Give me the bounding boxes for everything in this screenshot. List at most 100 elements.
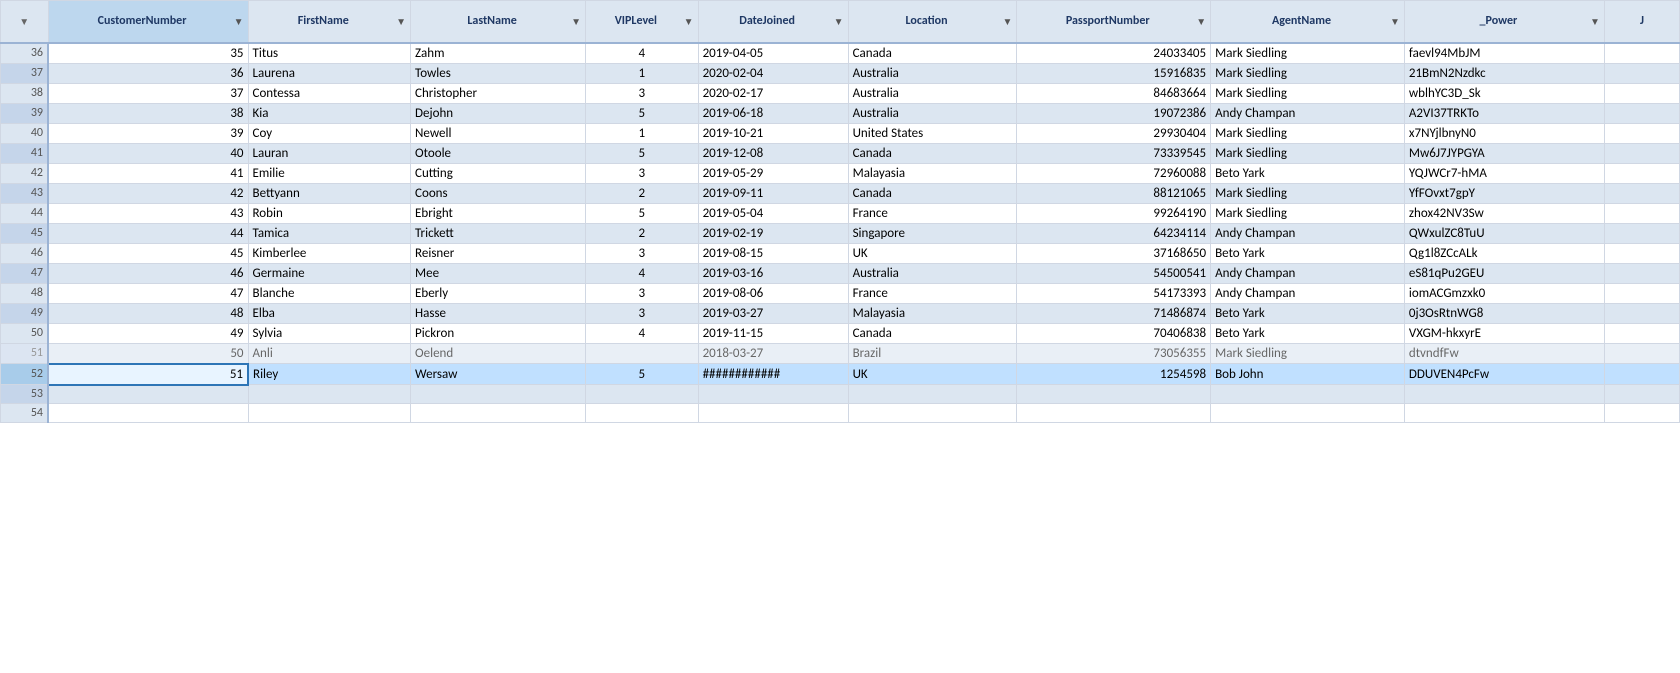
cell-customer-number[interactable]: 48	[48, 303, 248, 323]
cell-date-joined[interactable]: 2019-11-15	[698, 323, 848, 343]
cell-first-name[interactable]: Robin	[248, 203, 411, 223]
cell-agent-name[interactable]: Bob John	[1211, 364, 1405, 385]
cell-power[interactable]	[1404, 385, 1604, 404]
cell-first-name[interactable]: Coy	[248, 123, 411, 143]
cell-location[interactable]: Canada	[848, 143, 1017, 163]
cell-vip-level[interactable]: 4	[586, 43, 699, 64]
cell-last-name[interactable]: Wersaw	[411, 364, 586, 385]
cell-agent-name[interactable]	[1211, 404, 1405, 423]
cell-customer-number[interactable]: 44	[48, 223, 248, 243]
cell-power[interactable]: faevl94MbJM	[1404, 43, 1604, 64]
cell-vip-level[interactable]: 3	[586, 283, 699, 303]
table-row[interactable]: 3635TitusZahm42019-04-05Canada24033405Ma…	[1, 43, 1680, 64]
cell-agent-name[interactable]: Beto Yark	[1211, 323, 1405, 343]
cell-j[interactable]	[1604, 323, 1679, 343]
cell-customer-number[interactable]: 49	[48, 323, 248, 343]
cell-passport-number[interactable]: 54500541	[1017, 263, 1211, 283]
cell-customer-number[interactable]: 39	[48, 123, 248, 143]
cell-vip-level[interactable]: 5	[586, 103, 699, 123]
cell-customer-number[interactable]: 41	[48, 163, 248, 183]
cell-last-name[interactable]: Eberly	[411, 283, 586, 303]
cell-customer-number[interactable]: 47	[48, 283, 248, 303]
cell-date-joined[interactable]: ############	[698, 364, 848, 385]
cell-j[interactable]	[1604, 283, 1679, 303]
cell-location[interactable]: Malayasia	[848, 303, 1017, 323]
cell-customer-number[interactable]: 37	[48, 83, 248, 103]
cell-location[interactable]: Brazil	[848, 343, 1017, 364]
cell-passport-number[interactable]: 72960088	[1017, 163, 1211, 183]
cell-last-name[interactable]	[411, 404, 586, 423]
cell-vip-level[interactable]: 1	[586, 63, 699, 83]
dropdown-arrow-icon[interactable]: ▼	[1196, 15, 1206, 28]
cell-j[interactable]	[1604, 263, 1679, 283]
cell-agent-name[interactable]: Mark Siedling	[1211, 143, 1405, 163]
table-row[interactable]: 4443RobinEbright52019-05-04France9926419…	[1, 203, 1680, 223]
table-row[interactable]: 4039CoyNewell12019-10-21United States299…	[1, 123, 1680, 143]
cell-agent-name[interactable]: Mark Siedling	[1211, 203, 1405, 223]
cell-passport-number[interactable]	[1017, 404, 1211, 423]
dropdown-arrow-icon[interactable]: ▼	[1002, 15, 1012, 28]
cell-first-name[interactable]: Sylvia	[248, 323, 411, 343]
table-row[interactable]: 4140LauranOtoole52019-12-08Canada7333954…	[1, 143, 1680, 163]
cell-customer-number[interactable]: 36	[48, 63, 248, 83]
cell-vip-level[interactable]	[586, 385, 699, 404]
cell-last-name[interactable]: Newell	[411, 123, 586, 143]
cell-last-name[interactable]: Hasse	[411, 303, 586, 323]
table-row[interactable]: 4948ElbaHasse32019-03-27Malayasia7148687…	[1, 303, 1680, 323]
table-row[interactable]: 53	[1, 385, 1680, 404]
cell-vip-level[interactable]	[586, 343, 699, 364]
cell-location[interactable]: Australia	[848, 103, 1017, 123]
cell-customer-number[interactable]: 45	[48, 243, 248, 263]
cell-last-name[interactable]: Cutting	[411, 163, 586, 183]
cell-power[interactable]: Mw6J7JYPGYA	[1404, 143, 1604, 163]
cell-date-joined[interactable]: 2019-10-21	[698, 123, 848, 143]
cell-location[interactable]: United States	[848, 123, 1017, 143]
cell-passport-number[interactable]: 71486874	[1017, 303, 1211, 323]
cell-vip-level[interactable]	[586, 404, 699, 423]
cell-passport-number[interactable]: 84683664	[1017, 83, 1211, 103]
cell-date-joined[interactable]: 2019-02-19	[698, 223, 848, 243]
cell-location[interactable]: Australia	[848, 263, 1017, 283]
cell-power[interactable]: QWxulZC8TuU	[1404, 223, 1604, 243]
cell-first-name[interactable]: Germaine	[248, 263, 411, 283]
table-row[interactable]: 4544TamicaTrickett22019-02-19Singapore64…	[1, 223, 1680, 243]
column-header-LastName[interactable]: LastName▼	[411, 1, 586, 43]
table-row[interactable]: 5150AnliOelend2018-03-27Brazil73056355Ma…	[1, 343, 1680, 364]
cell-location[interactable]: Canada	[848, 323, 1017, 343]
cell-passport-number[interactable]: 19072386	[1017, 103, 1211, 123]
cell-j[interactable]	[1604, 343, 1679, 364]
cell-passport-number[interactable]	[1017, 385, 1211, 404]
dropdown-arrow-icon[interactable]: ▼	[834, 15, 844, 28]
cell-power[interactable]: iomACGmzxk0	[1404, 283, 1604, 303]
column-header-VIPLevel[interactable]: VIPLevel▼	[586, 1, 699, 43]
cell-passport-number[interactable]: 70406838	[1017, 323, 1211, 343]
cell-vip-level[interactable]: 3	[586, 163, 699, 183]
cell-date-joined[interactable]	[698, 385, 848, 404]
cell-last-name[interactable]: Dejohn	[411, 103, 586, 123]
cell-date-joined[interactable]: 2019-12-08	[698, 143, 848, 163]
cell-power[interactable]: YfFOvxt7gpY	[1404, 183, 1604, 203]
column-header-PassportNumber[interactable]: PassportNumber▼	[1017, 1, 1211, 43]
cell-last-name[interactable]: Reisner	[411, 243, 586, 263]
cell-passport-number[interactable]: 73056355	[1017, 343, 1211, 364]
cell-location[interactable]: UK	[848, 243, 1017, 263]
table-row[interactable]: 3736LaurenaTowles12020-02-04Australia159…	[1, 63, 1680, 83]
cell-customer-number[interactable]	[48, 385, 248, 404]
cell-first-name[interactable]: Emilie	[248, 163, 411, 183]
column-header-FirstName[interactable]: FirstName▼	[248, 1, 411, 43]
cell-location[interactable]: Australia	[848, 83, 1017, 103]
cell-vip-level[interactable]: 5	[586, 143, 699, 163]
cell-first-name[interactable]: Bettyann	[248, 183, 411, 203]
cell-passport-number[interactable]: 99264190	[1017, 203, 1211, 223]
table-row[interactable]: 3938KiaDejohn52019-06-18Australia1907238…	[1, 103, 1680, 123]
cell-power[interactable]: 0j3OsRtnWG8	[1404, 303, 1604, 323]
dropdown-arrow-icon[interactable]: ▼	[1390, 15, 1400, 28]
cell-date-joined[interactable]: 2020-02-04	[698, 63, 848, 83]
cell-first-name[interactable]	[248, 404, 411, 423]
cell-passport-number[interactable]: 15916835	[1017, 63, 1211, 83]
cell-last-name[interactable]: Ebright	[411, 203, 586, 223]
cell-j[interactable]	[1604, 303, 1679, 323]
cell-power[interactable]: eS81qPu2GEU	[1404, 263, 1604, 283]
cell-j[interactable]	[1604, 223, 1679, 243]
cell-vip-level[interactable]: 1	[586, 123, 699, 143]
